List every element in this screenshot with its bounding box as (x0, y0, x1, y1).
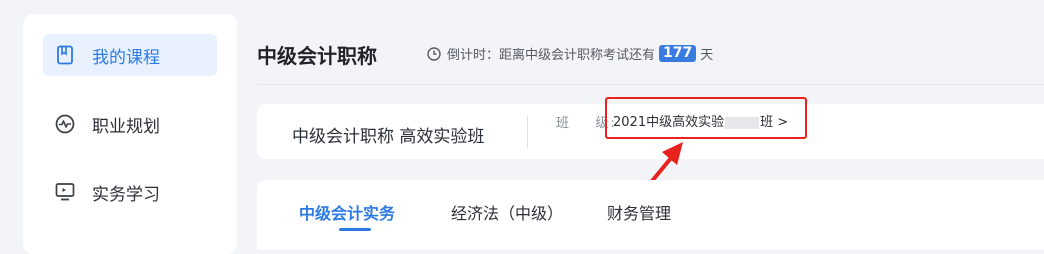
vertical-divider (527, 116, 528, 148)
countdown-suffix: 天 (700, 48, 714, 63)
sidebar-item-practice-study[interactable]: 实务学习 (43, 171, 217, 213)
days-badge: 177 (659, 45, 697, 62)
class-selector-link[interactable]: 2021中级高效实验 班 > (613, 111, 788, 130)
sidebar-item-career-planning[interactable]: 职业规划 (43, 103, 217, 145)
course-name: 中级会计职称 高效实验班 (292, 127, 485, 147)
sidebar-item-my-courses[interactable]: 我的课程 (43, 34, 217, 76)
tab-financial-management[interactable]: 财务管理 (607, 200, 671, 224)
bookmark-icon (54, 44, 76, 66)
active-tab-indicator (339, 228, 371, 231)
sidebar: 我的课程 职业规划 实务学习 (23, 14, 237, 254)
page-title: 中级会计职称 (257, 44, 377, 68)
subject-tabs: 中级会计实务 经济法（中级） 财务管理 (257, 180, 1044, 250)
exam-countdown: 倒计时：距离中级会计职称考试还有 177 天 (427, 44, 713, 63)
pulse-icon (54, 113, 76, 135)
class-label: 班 级: (556, 116, 617, 131)
class-value-start: 2021中级高效实验 (613, 115, 725, 130)
countdown-text: 倒计时：距离中级会计职称考试还有 (447, 48, 656, 63)
monitor-icon (54, 181, 76, 203)
class-value-end: 班 > (760, 115, 789, 130)
clock-icon (427, 46, 441, 61)
sidebar-item-label: 实务学习 (92, 184, 160, 205)
sidebar-item-label: 职业规划 (92, 116, 160, 137)
tab-intermediate-accounting-practice[interactable]: 中级会计实务 (299, 200, 395, 224)
header-divider (257, 84, 1044, 85)
sidebar-item-label: 我的课程 (92, 47, 160, 68)
tab-economic-law[interactable]: 经济法（中级） (451, 200, 563, 224)
class-info-card: 中级会计职称 高效实验班 班 级: 2021中级高效实验 班 > (257, 104, 1044, 159)
blurred-text (725, 116, 760, 129)
